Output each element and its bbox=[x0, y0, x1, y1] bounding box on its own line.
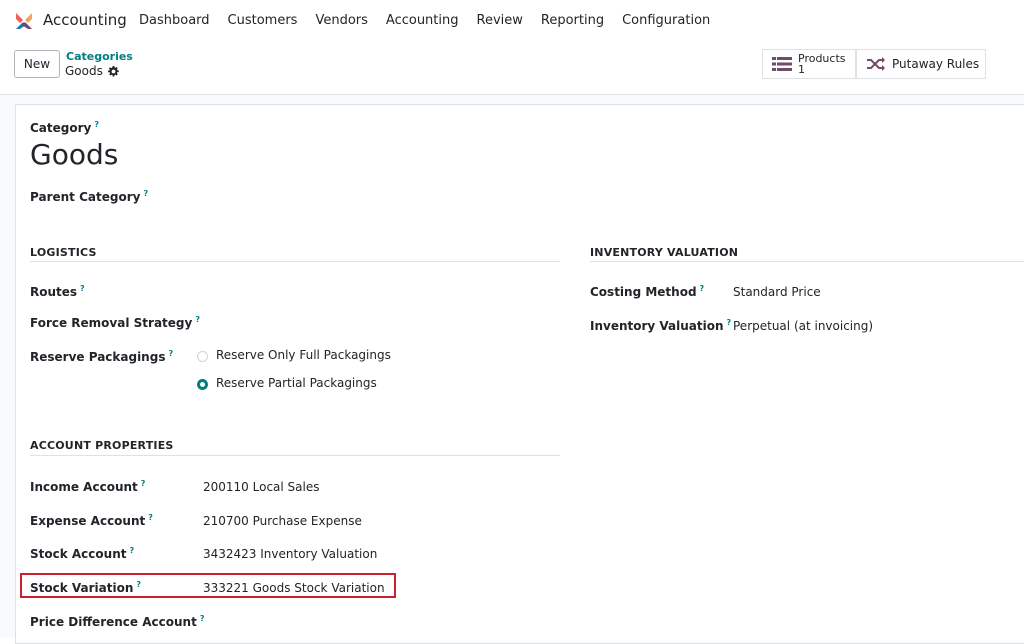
accounting-app-icon[interactable] bbox=[14, 11, 34, 31]
stock-account-field[interactable]: 3432423 Inventory Valuation bbox=[203, 547, 377, 561]
help-icon[interactable]: ? bbox=[700, 284, 705, 293]
account-properties-section-title: ACCOUNT PROPERTIES bbox=[30, 439, 174, 452]
stock-variation-label: Stock Variation? bbox=[30, 580, 142, 595]
control-panel: New Categories Goods Products 1 Putaway … bbox=[0, 42, 1024, 95]
expense-account-label: Expense Account? bbox=[30, 513, 153, 528]
logistics-section-title: LOGISTICS bbox=[30, 246, 97, 259]
shuffle-icon bbox=[867, 57, 885, 71]
stock-account-label: Stock Account? bbox=[30, 546, 135, 561]
costing-method-label: Costing Method? bbox=[590, 284, 705, 299]
option-partial-packagings-label[interactable]: Reserve Partial Packagings bbox=[216, 376, 377, 390]
parent-category-label: Parent Category? bbox=[30, 189, 149, 204]
category-label: Category? bbox=[30, 120, 99, 135]
inventory-valuation-section-title: INVENTORY VALUATION bbox=[590, 246, 739, 259]
main-menu: Dashboard Customers Vendors Accounting R… bbox=[139, 13, 728, 28]
reserve-packagings-label: Reserve Packagings? bbox=[30, 349, 174, 364]
menu-dashboard[interactable]: Dashboard bbox=[139, 13, 210, 28]
radio-full-packagings[interactable] bbox=[197, 351, 208, 362]
help-icon[interactable]: ? bbox=[94, 120, 99, 129]
inventory-valuation-field[interactable]: Perpetual (at invoicing) bbox=[733, 319, 873, 333]
products-smart-button[interactable]: Products 1 bbox=[762, 49, 856, 79]
inventory-valuation-label: Inventory Valuation? bbox=[590, 318, 732, 333]
income-account-field[interactable]: 200110 Local Sales bbox=[203, 480, 319, 494]
account-properties-separator bbox=[30, 455, 560, 456]
list-icon bbox=[772, 57, 792, 71]
breadcrumb-categories[interactable]: Categories bbox=[66, 50, 133, 63]
costing-method-field[interactable]: Standard Price bbox=[733, 285, 821, 299]
help-icon[interactable]: ? bbox=[80, 284, 85, 293]
price-difference-account-label: Price Difference Account? bbox=[30, 614, 205, 629]
routes-label: Routes? bbox=[30, 284, 85, 299]
form-sheet bbox=[15, 104, 1024, 644]
help-icon[interactable]: ? bbox=[148, 513, 153, 522]
products-count: 1 bbox=[798, 63, 805, 76]
menu-reporting[interactable]: Reporting bbox=[541, 13, 604, 28]
menu-accounting[interactable]: Accounting bbox=[386, 13, 459, 28]
income-account-label: Income Account? bbox=[30, 479, 146, 494]
logistics-separator bbox=[30, 261, 560, 262]
menu-configuration[interactable]: Configuration bbox=[622, 13, 710, 28]
new-button[interactable]: New bbox=[14, 50, 60, 78]
inventory-valuation-separator bbox=[590, 261, 1024, 262]
force-removal-label: Force Removal Strategy? bbox=[30, 315, 200, 330]
help-icon[interactable]: ? bbox=[195, 315, 200, 324]
category-name-field[interactable]: Goods bbox=[30, 138, 118, 171]
radio-partial-packagings[interactable] bbox=[197, 379, 208, 390]
app-name[interactable]: Accounting bbox=[43, 11, 127, 29]
gear-icon[interactable] bbox=[107, 65, 119, 77]
products-label: Products bbox=[798, 52, 846, 65]
breadcrumb-current-label: Goods bbox=[65, 64, 103, 78]
help-icon[interactable]: ? bbox=[200, 614, 205, 623]
menu-vendors[interactable]: Vendors bbox=[315, 13, 367, 28]
menu-customers[interactable]: Customers bbox=[228, 13, 298, 28]
putaway-rules-label: Putaway Rules bbox=[892, 57, 980, 71]
help-icon[interactable]: ? bbox=[727, 318, 732, 327]
help-icon[interactable]: ? bbox=[136, 580, 141, 589]
help-icon[interactable]: ? bbox=[129, 546, 134, 555]
breadcrumb-current: Goods bbox=[65, 64, 119, 78]
help-icon[interactable]: ? bbox=[168, 349, 173, 358]
expense-account-field[interactable]: 210700 Purchase Expense bbox=[203, 514, 362, 528]
putaway-rules-button[interactable]: Putaway Rules bbox=[856, 49, 986, 79]
menu-review[interactable]: Review bbox=[477, 13, 523, 28]
help-icon[interactable]: ? bbox=[141, 479, 146, 488]
option-full-packagings-label[interactable]: Reserve Only Full Packagings bbox=[216, 348, 391, 362]
help-icon[interactable]: ? bbox=[143, 189, 148, 198]
top-navbar: Accounting Dashboard Customers Vendors A… bbox=[0, 0, 1024, 42]
stock-variation-field[interactable]: 333221 Goods Stock Variation bbox=[203, 581, 385, 595]
